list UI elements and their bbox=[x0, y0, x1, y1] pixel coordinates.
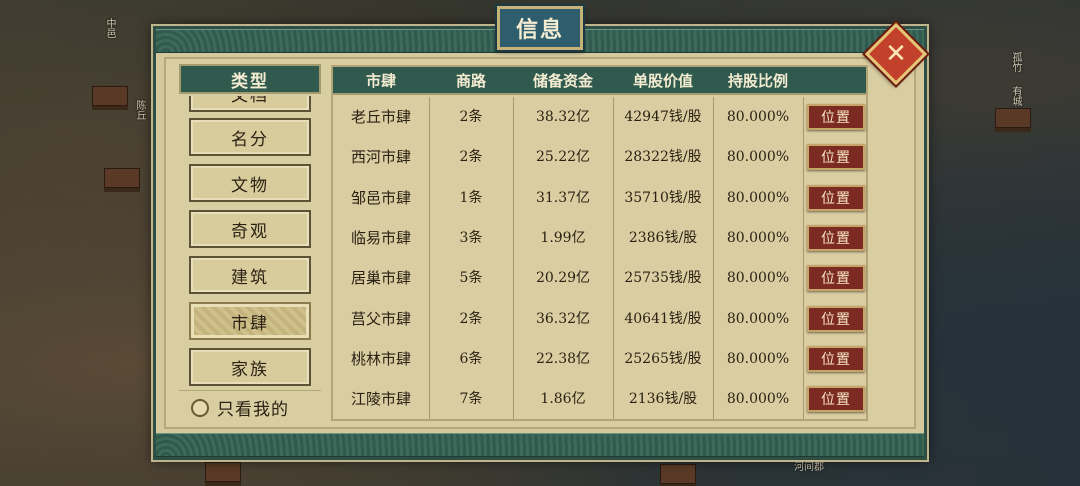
table-row: 江陵市肆 7条 1.86亿 2136钱/股 80.000% 位置 bbox=[333, 379, 866, 419]
map-city-label[interactable]: 孤竹 bbox=[1010, 52, 1021, 72]
market-name: 老丘市肆 bbox=[350, 108, 411, 126]
location-button[interactable]: 位置 bbox=[807, 104, 865, 130]
column-header-share-value: 单股价值 bbox=[632, 72, 693, 90]
location-button[interactable]: 位置 bbox=[807, 144, 865, 171]
share-ratio: 80.000% bbox=[726, 350, 790, 367]
table-header: 市肆 商路 储备资金 单股价值 持股比例 bbox=[333, 67, 866, 95]
column-header-market: 市肆 bbox=[365, 72, 396, 90]
share-value: 28322钱/股 bbox=[624, 149, 702, 166]
column-header-reserve: 储备资金 bbox=[532, 72, 593, 90]
category-item-buildings[interactable]: 建筑 bbox=[189, 256, 311, 294]
market-table: 市肆 商路 储备资金 单股价值 持股比例 老丘市肆 2条 38.32亿 4294… bbox=[331, 65, 868, 421]
map-building[interactable] bbox=[995, 108, 1031, 128]
share-value: 40641钱/股 bbox=[624, 310, 702, 327]
trade-routes: 5条 bbox=[459, 270, 483, 287]
share-ratio: 80.000% bbox=[726, 149, 790, 166]
reserve-funds: 1.86亿 bbox=[540, 391, 586, 408]
share-value: 25265钱/股 bbox=[624, 350, 702, 367]
trade-routes: 3条 bbox=[459, 229, 483, 246]
reserve-funds: 25.22亿 bbox=[535, 149, 591, 166]
trade-routes: 2条 bbox=[459, 149, 483, 166]
share-ratio: 80.000% bbox=[726, 229, 790, 246]
share-ratio: 80.000% bbox=[726, 109, 790, 125]
trade-routes: 1条 bbox=[459, 189, 483, 206]
category-item-families[interactable]: 家族 bbox=[189, 348, 311, 386]
market-name: 邹邑市肆 bbox=[350, 188, 411, 207]
table-row: 邹邑市肆 1条 31.37亿 35710钱/股 80.000% 位置 bbox=[333, 178, 866, 218]
close-icon: ✕ bbox=[885, 39, 907, 69]
table-row: 西河市肆 2条 25.22亿 28322钱/股 80.000% 位置 bbox=[333, 137, 866, 177]
share-value: 2386钱/股 bbox=[628, 229, 698, 246]
location-button[interactable]: 位置 bbox=[807, 305, 865, 332]
share-ratio: 80.000% bbox=[726, 189, 790, 206]
location-button[interactable]: 位置 bbox=[807, 184, 865, 211]
market-name: 莒父市肆 bbox=[350, 309, 411, 328]
radio-icon[interactable] bbox=[191, 398, 209, 417]
reserve-funds: 36.32亿 bbox=[535, 310, 591, 327]
market-name: 江陵市肆 bbox=[350, 390, 411, 409]
location-button[interactable]: 位置 bbox=[807, 265, 865, 292]
share-ratio: 80.000% bbox=[726, 270, 790, 287]
map-city-label[interactable]: 河间郡 bbox=[794, 462, 824, 473]
share-value: 42947钱/股 bbox=[624, 109, 702, 125]
table-row: 居巢市肆 5条 20.29亿 25735钱/股 80.000% 位置 bbox=[333, 258, 866, 298]
market-name: 西河市肆 bbox=[350, 148, 411, 167]
reserve-funds: 31.37亿 bbox=[535, 189, 591, 206]
trade-routes: 2条 bbox=[459, 310, 483, 327]
category-item-markets[interactable]: 市肆 bbox=[189, 302, 311, 340]
table-row: 桃林市肆 6条 22.38亿 25265钱/股 80.000% 位置 bbox=[333, 339, 866, 379]
category-item-documents[interactable]: 文档 bbox=[189, 96, 311, 112]
map-building[interactable] bbox=[660, 464, 696, 484]
only-mine-toggle[interactable]: 只看我的 bbox=[179, 390, 321, 424]
table-row: 老丘市肆 2条 38.32亿 42947钱/股 80.000% 位置 bbox=[333, 97, 866, 137]
category-list[interactable]: 文档 名分 文物 奇观 建筑 市肆 家族 bbox=[179, 96, 321, 388]
trade-routes: 2条 bbox=[459, 109, 483, 125]
map-building[interactable] bbox=[104, 168, 140, 188]
map-city-label[interactable]: 有城 bbox=[1010, 86, 1021, 106]
only-mine-label: 只看我的 bbox=[217, 400, 289, 420]
table-body[interactable]: 老丘市肆 2条 38.32亿 42947钱/股 80.000% 位置 西河市肆 … bbox=[333, 97, 866, 419]
share-value: 25735钱/股 bbox=[624, 270, 702, 287]
share-value: 2136钱/股 bbox=[628, 391, 698, 408]
category-sidebar: 类型 文档 名分 文物 奇观 建筑 市肆 家族 只看我的 bbox=[175, 64, 323, 424]
reserve-funds: 20.29亿 bbox=[535, 270, 591, 287]
location-button[interactable]: 位置 bbox=[807, 345, 865, 372]
reserve-funds: 1.99亿 bbox=[540, 229, 586, 246]
trade-routes: 6条 bbox=[459, 350, 483, 367]
map-city-label[interactable]: 中邑 bbox=[104, 18, 115, 38]
table-row: 莒父市肆 2条 36.32亿 40641钱/股 80.000% 位置 bbox=[333, 299, 866, 339]
market-name: 临易市肆 bbox=[350, 228, 411, 247]
dialog-bottom-border bbox=[156, 433, 924, 457]
column-header-ratio: 持股比例 bbox=[727, 72, 788, 90]
category-item-titles[interactable]: 名分 bbox=[189, 118, 311, 156]
map-building[interactable] bbox=[92, 86, 128, 106]
market-name: 居巢市肆 bbox=[350, 269, 411, 288]
reserve-funds: 38.32亿 bbox=[535, 109, 591, 125]
column-header-routes: 商路 bbox=[455, 72, 486, 90]
market-name: 桃林市肆 bbox=[350, 349, 411, 368]
category-item-relics[interactable]: 文物 bbox=[189, 164, 311, 202]
category-header: 类型 bbox=[179, 64, 321, 94]
location-button[interactable]: 位置 bbox=[807, 224, 865, 251]
table-row: 临易市肆 3条 1.99亿 2386钱/股 80.000% 位置 bbox=[333, 218, 866, 258]
share-ratio: 80.000% bbox=[726, 391, 790, 408]
category-item-wonders[interactable]: 奇观 bbox=[189, 210, 311, 248]
trade-routes: 7条 bbox=[459, 391, 483, 408]
location-button[interactable]: 位置 bbox=[807, 386, 865, 413]
map-city-label[interactable]: 陈丘 bbox=[134, 100, 145, 120]
reserve-funds: 22.38亿 bbox=[535, 350, 591, 367]
dialog-title: 信息 bbox=[495, 4, 585, 52]
share-value: 35710钱/股 bbox=[624, 189, 702, 206]
map-building[interactable] bbox=[205, 462, 241, 482]
share-ratio: 80.000% bbox=[726, 310, 790, 327]
